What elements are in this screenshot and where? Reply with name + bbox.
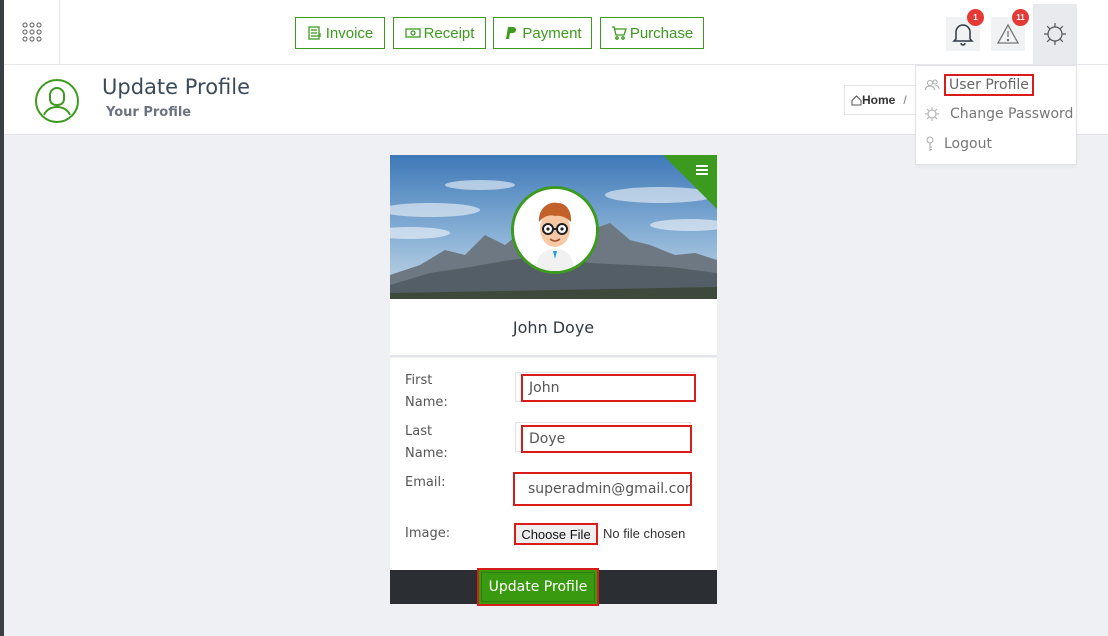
user-profile-icon	[35, 79, 79, 123]
cart-icon	[611, 26, 627, 40]
menu-item-logout[interactable]: Logout	[924, 136, 992, 152]
update-profile-button-label: Update Profile	[488, 579, 588, 595]
last-name-label: Last Name:	[405, 424, 448, 461]
first-name-label: First Name:	[405, 373, 448, 410]
invoice-button[interactable]: Invoice	[295, 17, 385, 49]
paypal-icon	[506, 27, 517, 39]
card-menu-icon[interactable]	[696, 165, 708, 175]
alerts-badge: 11	[1012, 9, 1029, 26]
payment-label: Payment	[522, 24, 582, 42]
settings-button[interactable]	[1033, 4, 1077, 64]
receipt-label: Receipt	[423, 24, 475, 42]
notifications-badge: 1	[967, 9, 984, 26]
home-icon	[851, 94, 862, 105]
avatar	[511, 186, 599, 274]
money-icon	[404, 28, 421, 38]
page-title: Update Profile	[102, 75, 251, 99]
purchase-button[interactable]: Purchase	[600, 17, 704, 49]
page-subtitle: Your Profile	[106, 105, 192, 120]
image-label: Image:	[405, 526, 451, 541]
invoice-label: Invoice	[325, 24, 374, 42]
breadcrumb: Home /	[844, 85, 919, 115]
top-bar: Invoice Receipt Payment Purchase 1 11	[4, 0, 1108, 65]
breadcrumb-home-link[interactable]: Home	[862, 93, 895, 107]
key-icon	[926, 136, 934, 151]
users-icon	[925, 79, 940, 91]
menu-item-change-password[interactable]: Change Password	[924, 106, 1073, 122]
bell-icon	[952, 24, 974, 46]
grid-icon	[21, 22, 42, 42]
profile-name-section: John Doye	[390, 299, 717, 357]
apps-grid-button[interactable]	[4, 0, 60, 64]
purchase-label: Purchase	[629, 24, 694, 42]
first-name-field[interactable]: John	[521, 374, 696, 402]
menu-item-user-profile[interactable]: User Profile	[924, 74, 1034, 96]
email-field[interactable]: superadmin@gmail.com	[513, 472, 692, 506]
breadcrumb-separator: /	[903, 93, 907, 107]
no-file-chosen-text: No file chosen	[603, 526, 686, 541]
last-name-field[interactable]: Doye	[521, 425, 692, 453]
card-corner-ribbon	[663, 155, 717, 209]
notifications-button[interactable]: 1	[946, 9, 984, 51]
settings-gear-icon	[1044, 23, 1066, 45]
invoice-icon	[308, 26, 321, 40]
alerts-button[interactable]: 11	[991, 9, 1029, 51]
menu-item-logout-label: Logout	[944, 136, 992, 152]
update-profile-button[interactable]: Update Profile	[477, 568, 599, 606]
choose-file-button[interactable]: Choose File	[514, 523, 598, 545]
receipt-button[interactable]: Receipt	[393, 17, 486, 49]
profile-card: John Doye First Name: John Last Name: Do…	[390, 155, 717, 606]
profile-banner-image	[390, 155, 717, 299]
menu-item-user-profile-label: User Profile	[944, 74, 1034, 96]
email-label: Email:	[405, 475, 446, 490]
profile-name: John Doye	[512, 317, 595, 337]
settings-dropdown-menu: User Profile Change Password Logout	[915, 65, 1077, 165]
payment-button[interactable]: Payment	[493, 17, 592, 49]
menu-item-change-password-label: Change Password	[950, 106, 1074, 122]
gear-icon	[925, 107, 939, 121]
warning-icon	[996, 23, 1020, 44]
